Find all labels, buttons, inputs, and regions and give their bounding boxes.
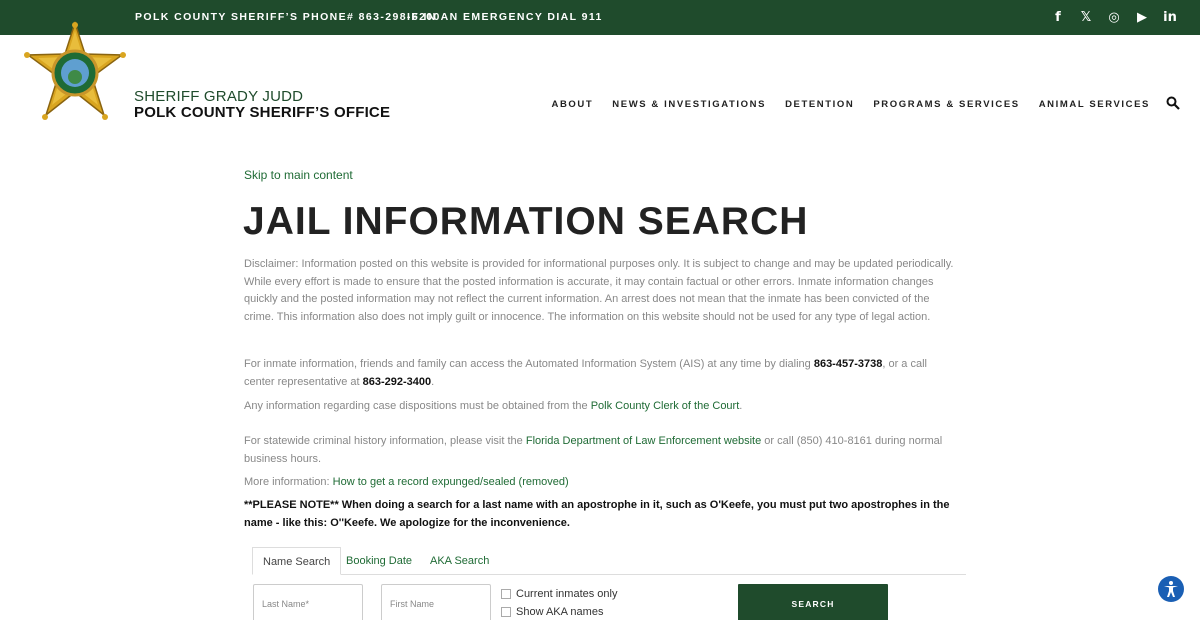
sheriff-star-logo[interactable] [22, 21, 128, 123]
checkbox-box[interactable] [501, 607, 511, 617]
clerk-text-end: . [739, 400, 743, 412]
show-aka-checkbox[interactable]: Show AKA names [501, 606, 603, 618]
nav-programs-services[interactable]: PROGRAMS & SERVICES [873, 99, 1019, 110]
fdle-text: For statewide criminal history informati… [244, 435, 526, 447]
clerk-text: Any information regarding case dispositi… [244, 400, 591, 412]
tab-name-search[interactable]: Name Search [252, 547, 342, 575]
top-bar: POLK COUNTY SHERIFF’S PHONE# 863-298-620… [0, 0, 1200, 35]
brand-office-name[interactable]: POLK COUNTY SHERIFF’S OFFICE [134, 104, 390, 121]
fdle-info: For statewide criminal history informati… [244, 433, 960, 468]
checkbox-box[interactable] [501, 589, 511, 599]
ais-text-end: . [431, 375, 435, 388]
search-icon[interactable] [1166, 96, 1180, 110]
emergency-notice: IF IN AN EMERGENCY DIAL 911 [407, 11, 603, 23]
nav-animal-services[interactable]: ANIMAL SERVICES [1039, 99, 1150, 110]
last-name-input[interactable]: Last Name* [253, 584, 363, 620]
skip-to-content-link[interactable]: Skip to main content [244, 168, 353, 182]
page-title: JAIL INFORMATION SEARCH [243, 200, 809, 243]
tab-booking-date[interactable]: Booking Date [336, 547, 422, 575]
fdle-website-link[interactable]: Florida Department of Law Enforcement we… [526, 435, 761, 447]
current-inmates-checkbox[interactable]: Current inmates only [501, 588, 618, 600]
clerk-of-court-link[interactable]: Polk County Clerk of the Court [591, 400, 740, 412]
clerk-info: Any information regarding case dispositi… [244, 398, 960, 416]
more-info: More information: How to get a record ex… [244, 474, 960, 492]
ais-info: For inmate information, friends and fami… [244, 356, 960, 391]
show-aka-label: Show AKA names [516, 606, 604, 618]
ais-text: For inmate information, friends and fami… [244, 358, 814, 370]
first-name-input[interactable]: First Name [381, 584, 491, 620]
youtube-icon[interactable]: ▶ [1134, 9, 1150, 25]
call-center-phone: 863-292-3400 [362, 375, 432, 388]
accessibility-icon [1164, 581, 1178, 597]
facebook-icon[interactable]: f [1050, 9, 1066, 25]
linkedin-icon[interactable]: in [1162, 9, 1178, 25]
disclaimer-text: Disclaimer: Information posted on this w… [244, 258, 954, 323]
x-twitter-icon[interactable]: 𝕏 [1078, 9, 1094, 25]
search-button[interactable]: SEARCH [738, 584, 888, 620]
more-info-label: More information: [244, 476, 333, 488]
apostrophe-note: **PLEASE NOTE** When doing a search for … [244, 499, 950, 529]
nav-news-investigations[interactable]: NEWS & INVESTIGATIONS [612, 99, 766, 110]
current-inmates-label: Current inmates only [516, 588, 618, 600]
search-tabs: Name Search Booking Date AKA Search [252, 547, 966, 575]
accessibility-button[interactable] [1158, 576, 1184, 602]
sheriff-phone: POLK COUNTY SHERIFF’S PHONE# 863-298-620… [135, 11, 441, 23]
brand-sheriff-name[interactable]: SHERIFF GRADY JUDD [134, 88, 303, 105]
tab-aka-search[interactable]: AKA Search [420, 547, 499, 575]
expunge-record-link[interactable]: How to get a record expunged/sealed (rem… [333, 476, 569, 488]
nav-detention[interactable]: DETENTION [785, 99, 854, 110]
instagram-icon[interactable]: ◎ [1106, 9, 1122, 25]
nav-about[interactable]: ABOUT [552, 99, 594, 110]
main-nav: ABOUT NEWS & INVESTIGATIONS DETENTION PR… [552, 99, 1150, 110]
site-header: SHERIFF GRADY JUDD POLK COUNTY SHERIFF’S… [0, 35, 1200, 130]
ais-phone: 863-457-3738 [813, 358, 883, 370]
social-links: f 𝕏 ◎ ▶ in [1050, 9, 1178, 25]
